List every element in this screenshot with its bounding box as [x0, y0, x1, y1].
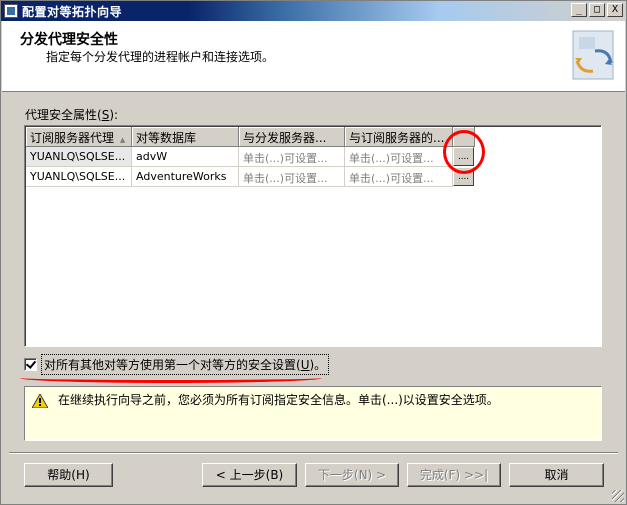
use-first-peer-settings-checkbox[interactable] — [24, 358, 37, 371]
column-header-peer-database[interactable]: 对等数据库 — [132, 127, 239, 147]
use-first-peer-settings-label[interactable]: 对所有其他对等方使用第一个对等方的安全设置(U)。 — [41, 354, 330, 375]
red-underline-annotation — [20, 373, 322, 383]
wizard-header: 分发代理安全性 指定每个分发代理的进程帐户和连接选项。 — [2, 21, 625, 92]
warning-message: 在继续执行向导之前，您必须为所有订阅指定安全信息。单击(...)以设置安全选项。 — [58, 393, 499, 407]
window-title: 配置对等拓扑向导 — [22, 4, 123, 19]
use-first-peer-settings-option[interactable]: 对所有其他对等方使用第一个对等方的安全设置(U)。 — [24, 354, 330, 375]
peer-database-cell: advW — [132, 147, 239, 167]
distributor-connection-cell[interactable]: 单击(...)可设置... — [239, 147, 345, 167]
next-button[interactable]: 下一步(N) > — [305, 463, 399, 487]
column-header-distributor-connection[interactable]: 与分发服务器... — [239, 127, 345, 147]
subscriber-connection-cell[interactable]: 单击(...)可设置... — [345, 147, 453, 167]
table-row[interactable]: YUANLQ\SQLSE... AdventureWorks 单击(...)可设… — [26, 167, 474, 187]
back-button[interactable]: < 上一步(B) — [202, 463, 297, 487]
grid-header-row: 订阅服务器代理 ▲ 对等数据库 与分发服务器... 与订阅服务器的... — [26, 127, 475, 147]
minimize-button[interactable]: _ — [571, 3, 587, 17]
wizard-window: 配置对等拓扑向导 _ □ X 分发代理安全性 指定每个分发代理的进程帐户和连接选… — [0, 0, 627, 505]
sort-ascending-icon: ▲ — [119, 136, 126, 144]
red-circle-annotation — [443, 130, 485, 174]
warning-panel: 在继续执行向导之前，您必须为所有订阅指定安全信息。单击(...)以设置安全选项。 — [24, 386, 602, 441]
restore-button[interactable]: □ — [589, 3, 605, 17]
peer-database-cell: AdventureWorks — [132, 167, 239, 187]
subscriber-agent-cell: YUANLQ\SQLSE... — [26, 147, 132, 167]
footer-divider — [9, 452, 618, 454]
help-button[interactable]: 帮助(H) — [24, 463, 113, 487]
distributor-connection-cell[interactable]: 单击(...)可设置... — [239, 167, 345, 187]
column-header-subscriber-agent[interactable]: 订阅服务器代理 ▲ — [26, 127, 132, 147]
title-buttons: _ □ X — [571, 3, 623, 17]
app-icon — [4, 4, 18, 18]
page-subtitle: 指定每个分发代理的进程帐户和连接选项。 — [46, 50, 275, 64]
agent-security-grid[interactable]: 订阅服务器代理 ▲ 对等数据库 与分发服务器... 与订阅服务器的... YUA… — [24, 125, 602, 347]
wizard-graphic-icon — [572, 30, 614, 80]
agent-security-label: 代理安全属性(S): — [25, 108, 119, 122]
finish-button[interactable]: 完成(F) >>| — [407, 463, 501, 487]
subscriber-connection-cell[interactable]: 单击(...)可设置... — [345, 167, 453, 187]
page-title: 分发代理安全性 — [20, 32, 118, 48]
close-button[interactable]: X — [607, 3, 623, 17]
subscriber-agent-cell: YUANLQ\SQLSE... — [26, 167, 132, 187]
warning-icon — [32, 394, 48, 408]
cancel-button[interactable]: 取消 — [509, 463, 604, 487]
title-bar[interactable]: 配置对等拓扑向导 _ □ X — [1, 1, 626, 21]
table-row[interactable]: YUANLQ\SQLSE... advW 单击(...)可设置... 单击(..… — [26, 147, 474, 167]
resize-grip[interactable] — [612, 490, 624, 502]
column-header-subscriber-connection[interactable]: 与订阅服务器的... — [345, 127, 453, 147]
